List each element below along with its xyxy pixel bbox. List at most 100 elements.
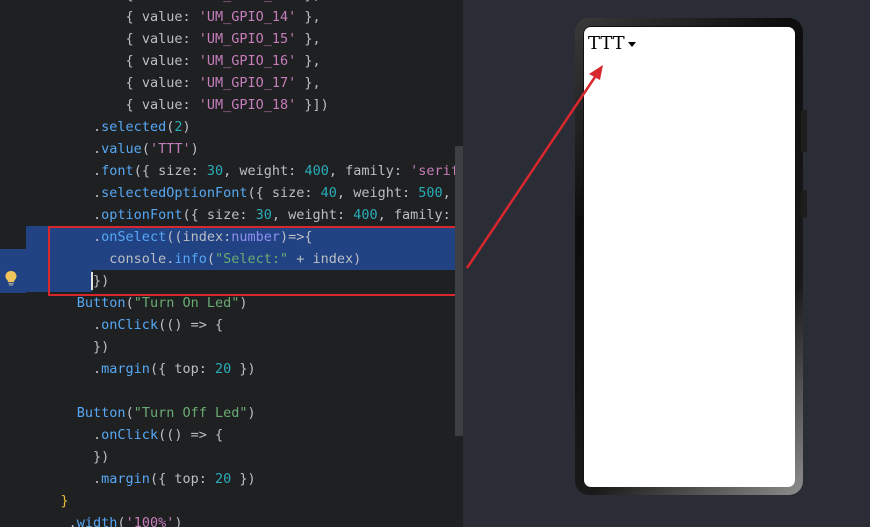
code-line[interactable]: .margin({ top: 20 }) — [28, 468, 256, 490]
code-token: { — [125, 9, 142, 25]
code-token: , — [223, 163, 240, 179]
code-token: . — [93, 185, 102, 201]
code-token: value — [142, 0, 183, 3]
code-token: ({ — [149, 361, 175, 377]
code-line[interactable]: .width('100%') — [28, 512, 183, 527]
code-token: 'UM_GPIO_16' — [198, 53, 297, 69]
code-line[interactable]: Button("Turn Off Led") — [28, 402, 256, 424]
code-token: value — [141, 75, 183, 91]
code-line[interactable]: { value: 'UM_GPIO_18' }]) — [28, 94, 329, 116]
code-token: ) — [182, 119, 191, 135]
code-token: : — [182, 75, 199, 91]
code-token: }, — [296, 0, 320, 3]
code-token: weight — [288, 207, 337, 223]
device-screen — [584, 27, 795, 487]
code-line[interactable]: .value('TTT') — [28, 138, 199, 160]
code-token: ({ — [182, 207, 207, 223]
code-token: 'UM_GPIO_17' — [198, 75, 297, 91]
code-token: , — [271, 207, 289, 223]
code-token: : — [182, 53, 199, 69]
code-token: family — [345, 163, 394, 179]
lightbulb-icon[interactable] — [4, 270, 18, 286]
code-token: : — [288, 163, 305, 179]
code-token: value — [141, 53, 183, 69]
code-token: selected — [101, 119, 167, 135]
code-token: { — [125, 53, 142, 69]
code-token: } — [60, 493, 69, 509]
code-line[interactable]: .selected(2) — [28, 116, 191, 138]
code-token: , — [336, 185, 354, 201]
code-token: (() => { — [158, 427, 224, 443]
code-token: ( — [141, 141, 150, 157]
code-line[interactable]: }) — [28, 336, 109, 358]
code-line[interactable]: }) — [28, 446, 109, 468]
code-token: . — [93, 207, 102, 223]
code-token: : — [304, 185, 321, 201]
code-token: . — [68, 515, 77, 527]
code-token: . — [93, 141, 102, 157]
code-token: 'UM_GPIO_14' — [198, 9, 297, 25]
code-token: ) — [174, 515, 183, 527]
select-dropdown[interactable]: TTT — [588, 31, 636, 55]
code-token: : — [336, 207, 354, 223]
code-token: }) — [231, 361, 256, 377]
code-token: onClick — [101, 317, 159, 333]
code-token: { — [125, 75, 142, 91]
code-token: 30 — [255, 207, 272, 223]
code-token: top — [174, 471, 199, 487]
code-line[interactable]: .onClick(() => { — [28, 424, 223, 446]
code-token: 20 — [215, 361, 232, 377]
code-token: 'UM_GPIO_15' — [198, 31, 297, 47]
code-token: }) — [93, 449, 110, 465]
code-token: { — [126, 0, 142, 3]
code-line[interactable]: .onClick(() => { — [28, 314, 223, 336]
code-token: size — [206, 207, 240, 223]
code-token: family — [393, 207, 443, 223]
code-token: 'UM_GPIO_13' — [199, 0, 297, 3]
code-line[interactable]: { value: 'UM_GPIO_15' }, — [28, 28, 321, 50]
code-token: . — [93, 119, 102, 135]
code-token: value — [101, 141, 142, 157]
code-token: weight — [239, 163, 289, 179]
code-token: , — [328, 163, 346, 179]
code-line[interactable]: .selectedOptionFont({ size: 40, weight: … — [28, 182, 463, 204]
code-token: ({ — [133, 163, 159, 179]
code-token: ( — [125, 295, 134, 311]
annotation-box — [48, 226, 457, 296]
code-token: ) — [247, 405, 256, 421]
code-token: value — [141, 97, 183, 113]
code-editor[interactable]: { value: 'UM_GPIO_13' }, { value: 'UM_GP… — [0, 0, 463, 527]
code-line[interactable]: { value: 'UM_GPIO_16' }, — [28, 50, 321, 72]
code-token: . — [93, 471, 102, 487]
code-line[interactable]: } — [28, 490, 69, 512]
code-token: value — [141, 31, 183, 47]
code-line[interactable]: .optionFont({ size: 30, weight: 400, fam… — [28, 204, 463, 226]
code-token: 40 — [320, 185, 337, 201]
code-token: 'TTT' — [149, 141, 191, 157]
code-line[interactable]: { value: 'UM_GPIO_17' }, — [28, 72, 321, 94]
code-token: '100%' — [125, 515, 175, 527]
code-token: { — [125, 31, 142, 47]
code-line[interactable]: .margin({ top: 20 }) — [28, 358, 256, 380]
code-token: : — [190, 163, 207, 179]
caret-down-icon — [627, 41, 636, 47]
code-token: }]) — [296, 97, 329, 113]
code-token: margin — [101, 471, 150, 487]
code-token: }) — [93, 339, 110, 355]
code-token: size — [158, 163, 191, 179]
code-token: 400 — [353, 207, 378, 223]
code-token: size — [271, 185, 305, 201]
code-token: 30 — [206, 163, 224, 179]
code-token: 400 — [304, 163, 329, 179]
code-token: top — [174, 361, 199, 377]
code-token: ({ — [149, 471, 175, 487]
code-token: selectedOptionFont — [101, 185, 248, 201]
code-line[interactable]: { value: 'UM_GPIO_14' }, — [28, 6, 321, 28]
editor-scrollbar[interactable] — [455, 146, 463, 436]
code-line[interactable]: .font({ size: 30, weight: 400, family: '… — [28, 160, 463, 182]
code-token: }, — [296, 31, 321, 47]
code-token: : — [182, 97, 199, 113]
code-token: value — [141, 9, 183, 25]
code-token: ) — [190, 141, 199, 157]
code-token: }, — [296, 75, 321, 91]
